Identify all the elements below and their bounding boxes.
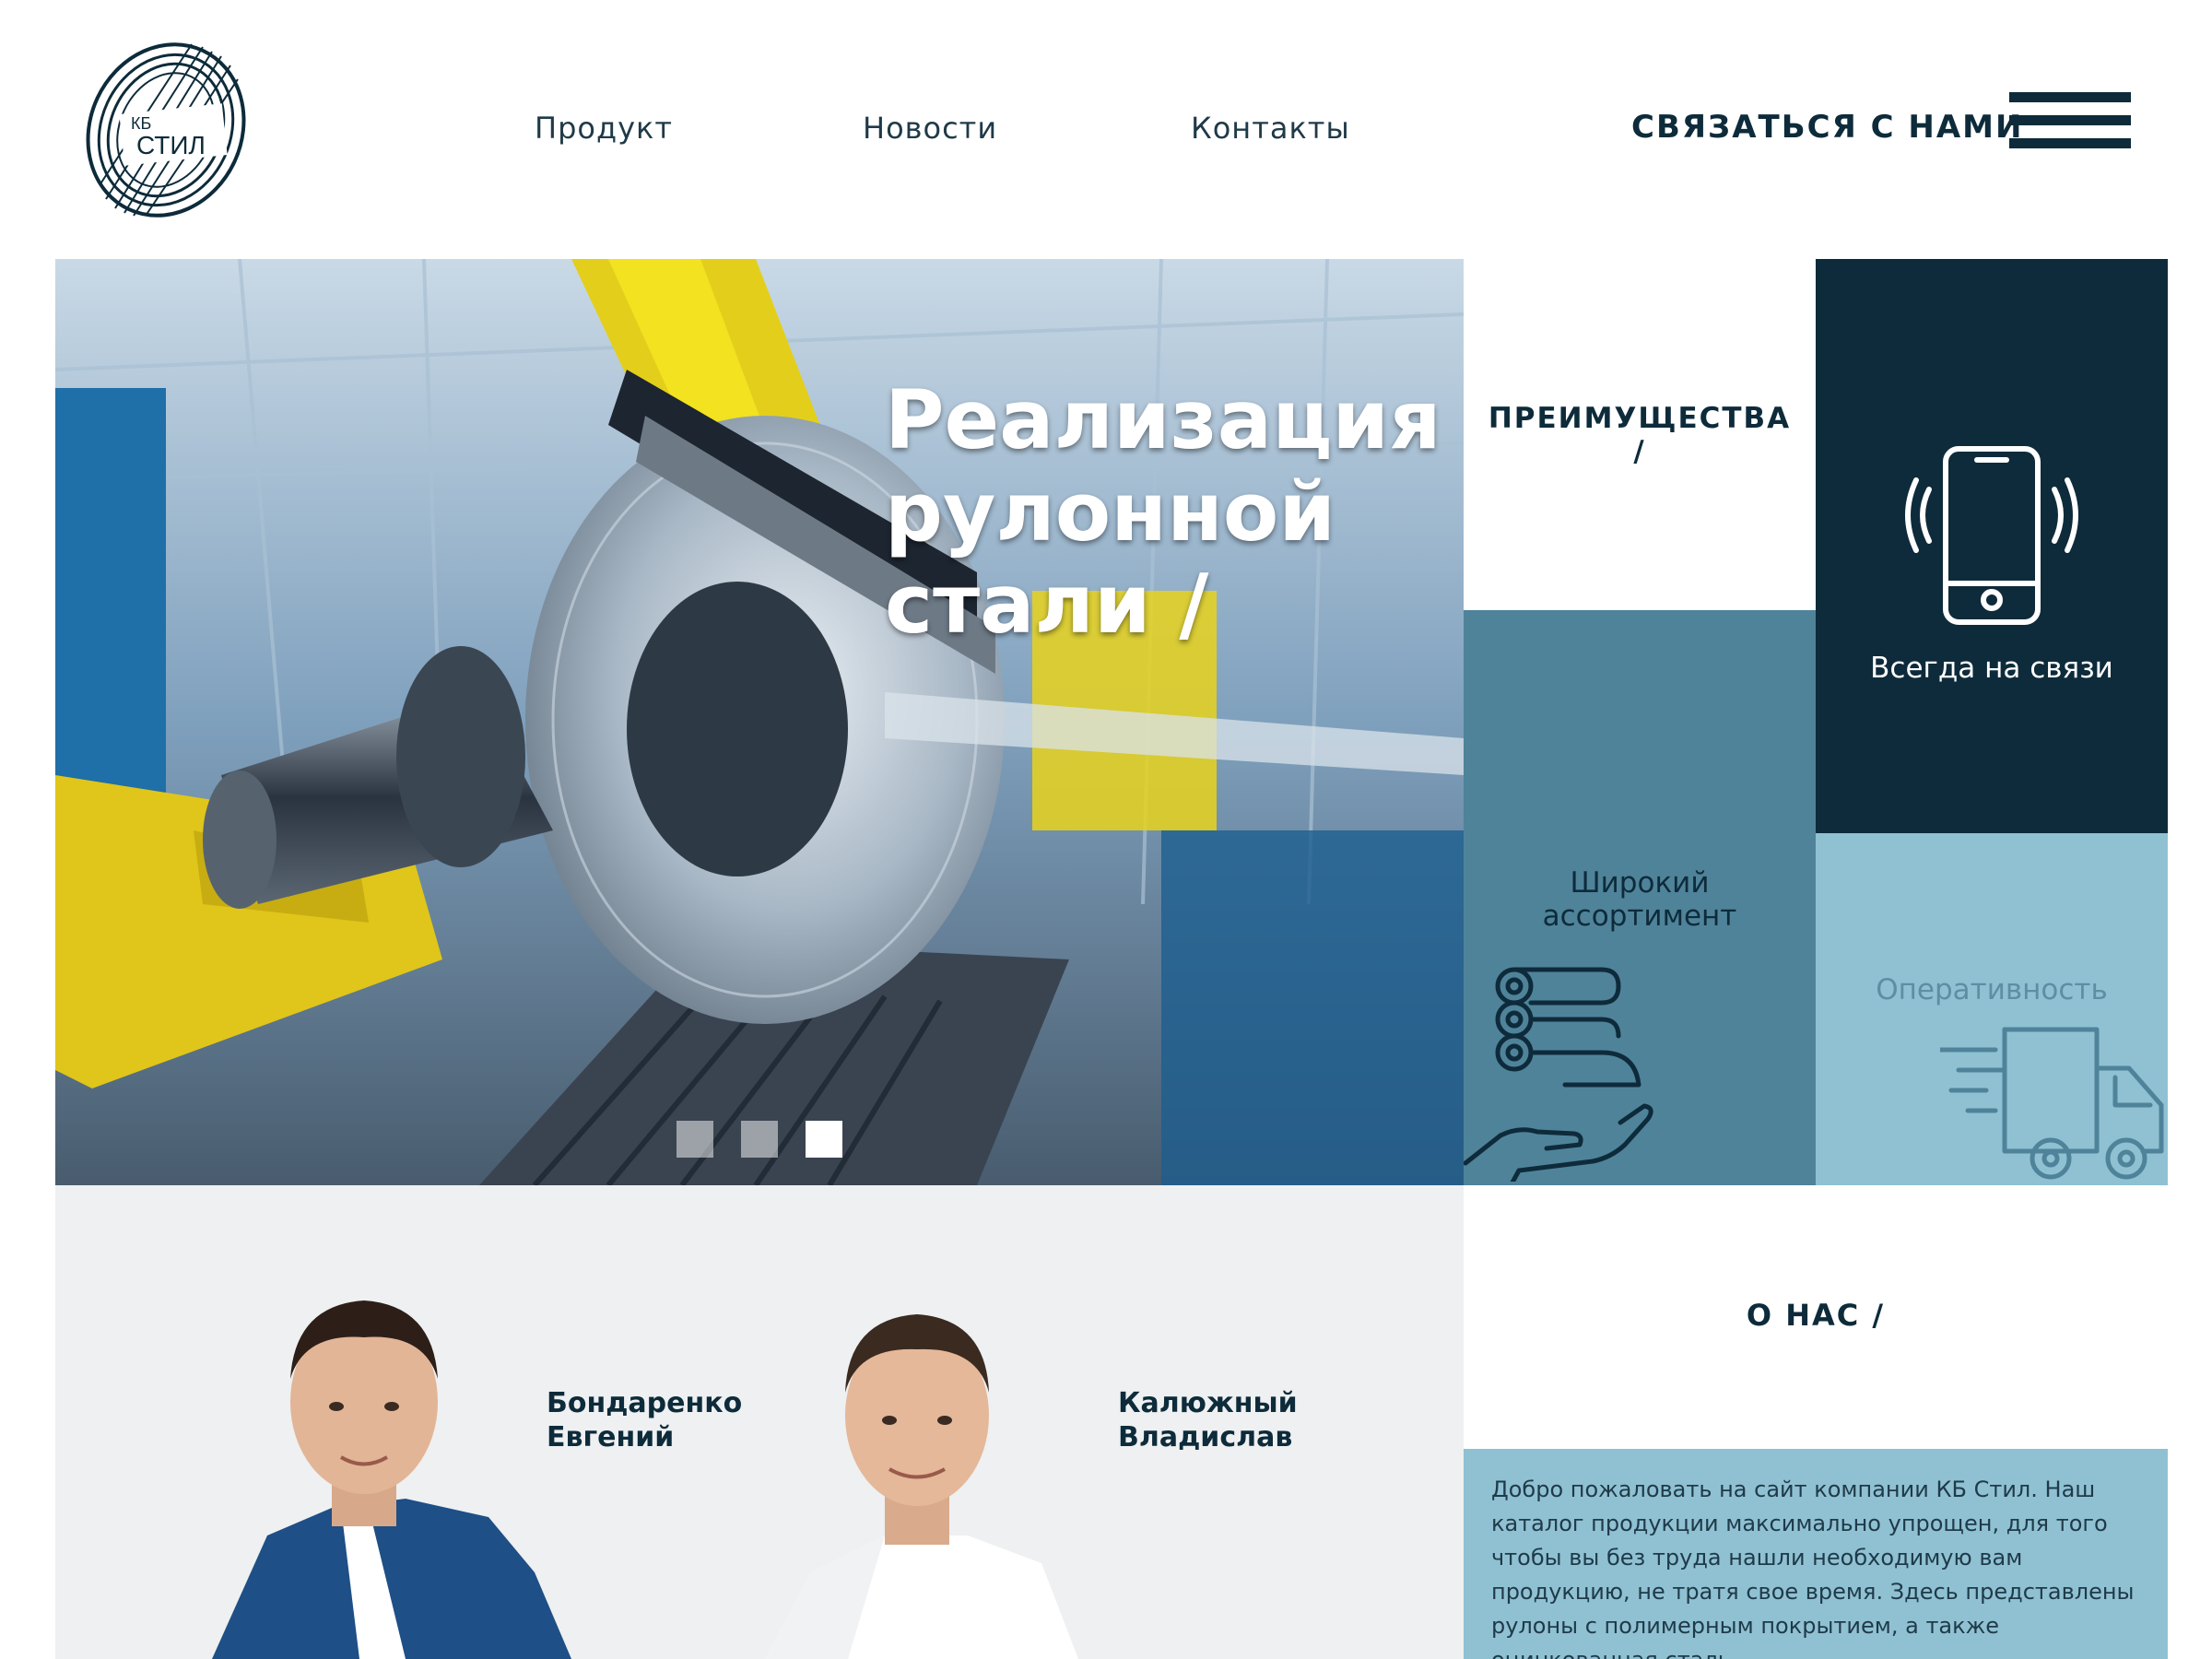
contact-us-button[interactable]: СВЯЗАТЬСЯ С НАМИ (1631, 109, 2023, 146)
person-first-name: Евгений (547, 1421, 675, 1453)
slider-dot-3-active[interactable] (806, 1121, 842, 1158)
company-logo[interactable]: КБ СТИЛ (74, 33, 258, 227)
advantage-label-efficiency: Оперативность (1876, 973, 2108, 1006)
advantage-tile-always-connected: Всегда на связи (1816, 259, 2168, 833)
person-surname: Бондаренко (547, 1387, 743, 1419)
logo-text-kb: КБ (131, 114, 151, 133)
person-photo-bondarenko (212, 1300, 571, 1659)
delivery-truck-icon (1940, 1027, 2164, 1180)
nav-product[interactable]: Продукт (535, 111, 673, 146)
slider-dot-2[interactable] (741, 1121, 778, 1158)
advantage-label-always-connected: Всегда на связи (1870, 652, 2113, 685)
slider-dot-1[interactable] (677, 1121, 713, 1158)
about-body: Добро пожаловать на сайт компании КБ Сти… (1464, 1449, 2168, 1659)
hero-slider: Реализация рулонной стали / (55, 259, 1464, 1185)
advantage-tile-efficiency: Оперативность (1816, 833, 2168, 1185)
hero-title: Реализация рулонной стали / (885, 372, 1441, 652)
hero-title-line-1: Реализация (885, 372, 1441, 467)
person-name-kaluzhny: Калюжный Владислав (1118, 1386, 1298, 1454)
advantage-tile-wide-range: Широкий ассортимент (1464, 610, 1816, 1185)
advantages-header: ПРЕИМУЩЕСТВА / (1464, 259, 1816, 610)
advantages-title: ПРЕИМУЩЕСТВА / (1464, 402, 1816, 468)
person-name-bondarenko: Бондаренко Евгений (547, 1386, 742, 1454)
advantages-title-text: ПРЕИМУЩЕСТВА (1488, 402, 1792, 435)
logo-mark: КБ СТИЛ (86, 42, 246, 218)
about-text: Добро пожаловать на сайт компании КБ Сти… (1491, 1477, 2135, 1659)
advantages-title-slash: / (1633, 435, 1646, 468)
person-first-name: Владислав (1118, 1421, 1293, 1453)
nav-contacts[interactable]: Контакты (1191, 111, 1350, 146)
hero-title-line-3: стали / (885, 557, 1209, 652)
hamburger-icon[interactable] (2009, 92, 2131, 162)
about-title: О НАС / (1746, 1298, 1886, 1333)
phone-icon (1905, 446, 2078, 625)
advantage-label-wide-range-line2: ассортимент (1542, 900, 1737, 933)
nav-news[interactable]: Новости (863, 111, 997, 146)
person-photo-kaluzhny (765, 1314, 1078, 1659)
advantage-label-wide-range: Широкий ассортимент (1464, 866, 1816, 933)
person-surname: Калюжный (1118, 1387, 1298, 1419)
team-section: Бондаренко Евгений Калюжный Владислав (55, 1185, 1464, 1659)
hero-title-line-2: рулонной (885, 465, 1335, 559)
steel-coils-hand-icon (1464, 967, 1653, 1182)
advantage-label-wide-range-line1: Широкий (1570, 866, 1710, 900)
about-header: О НАС / (1464, 1185, 2168, 1449)
logo-text-stil: СТИЛ (136, 131, 206, 159)
